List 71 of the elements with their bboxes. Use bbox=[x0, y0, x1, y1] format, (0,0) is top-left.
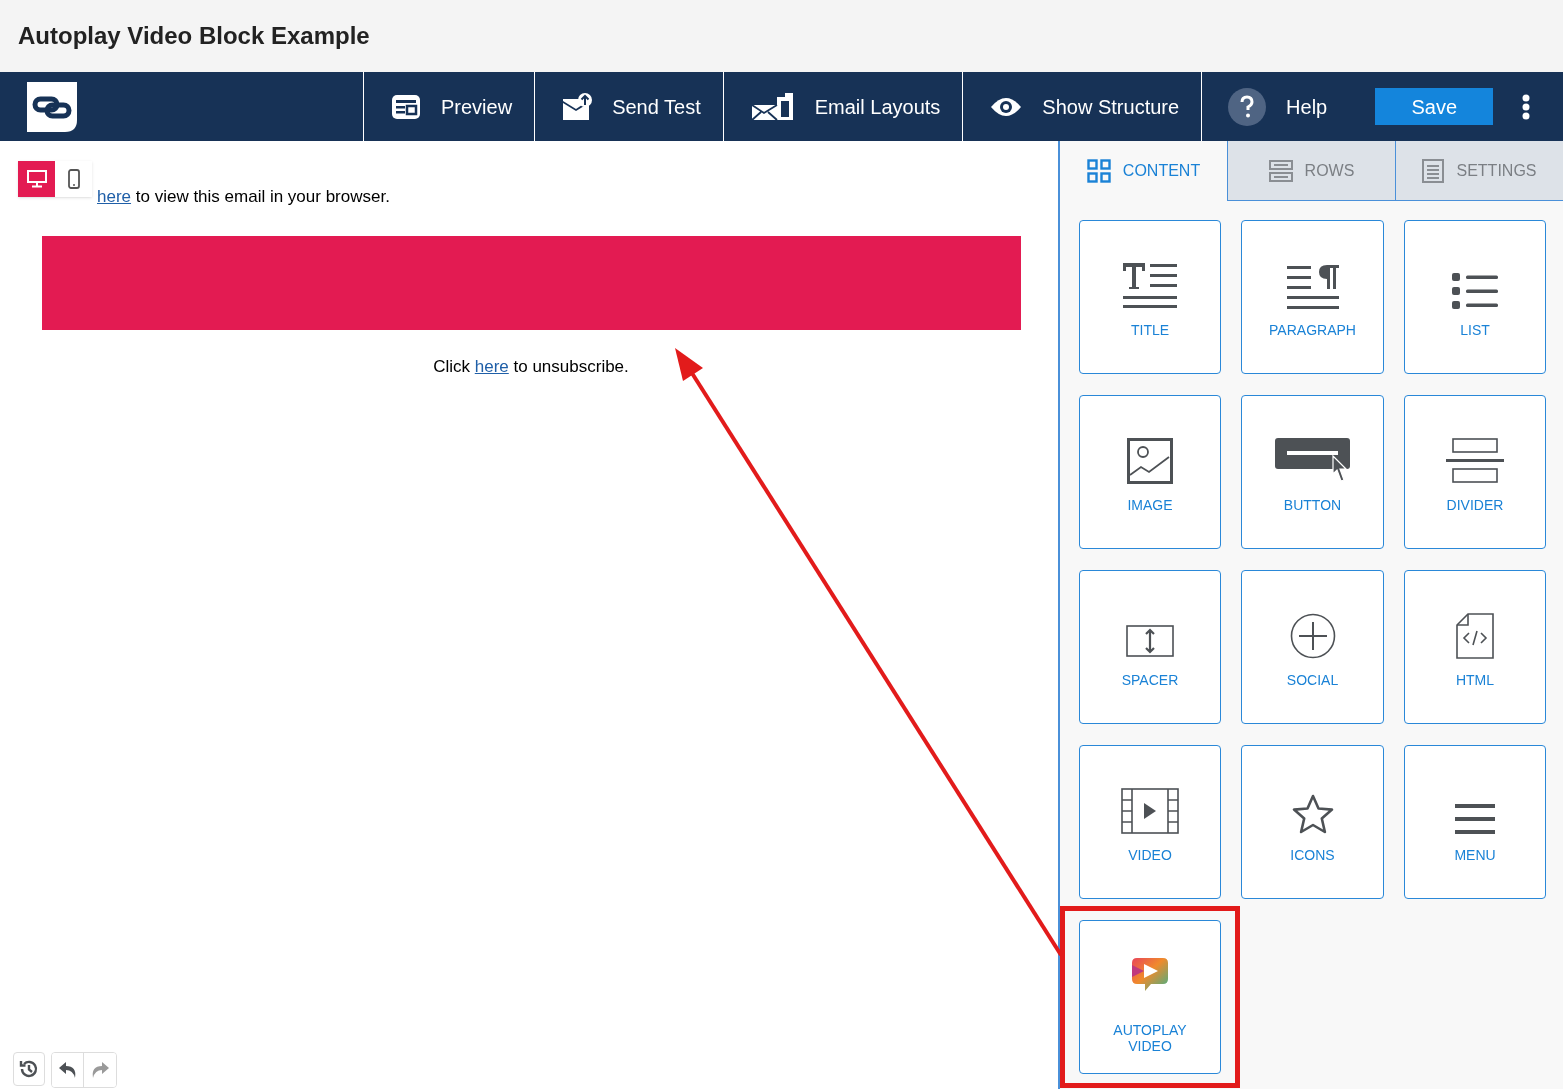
undo-icon bbox=[57, 1061, 78, 1079]
block-label: DIVIDER bbox=[1445, 497, 1505, 513]
block-tile[interactable]: SOCIAL bbox=[1241, 570, 1384, 724]
toolbar-button[interactable]: Email Layouts bbox=[723, 91, 963, 122]
block-label: ICONS bbox=[1289, 847, 1336, 863]
desktop-icon bbox=[26, 170, 47, 188]
view-in-browser-text: here to view this email in your browser. bbox=[97, 187, 390, 206]
button-icon bbox=[1274, 438, 1351, 484]
list-icon bbox=[1452, 273, 1498, 309]
block-label: HTML bbox=[1454, 672, 1496, 688]
preview-icon bbox=[391, 93, 421, 120]
logo-icon bbox=[27, 81, 77, 132]
block-tile[interactable]: ICONS bbox=[1241, 745, 1384, 899]
plus-circle-icon bbox=[1289, 613, 1336, 659]
panel-tab[interactable]: SETTINGS bbox=[1395, 141, 1563, 201]
block-label: AUTOPLAY VIDEO bbox=[1112, 1022, 1188, 1054]
block-tile[interactable]: VIDEO bbox=[1079, 745, 1221, 899]
link[interactable]: here bbox=[474, 356, 509, 376]
unsubscribe-text: Click here to unsubscribe. bbox=[433, 356, 629, 376]
phone-icon bbox=[67, 169, 80, 189]
block-tile[interactable]: TITLE bbox=[1079, 220, 1221, 374]
list-icon bbox=[1422, 158, 1445, 183]
block-label: SPACER bbox=[1120, 672, 1180, 688]
rows-icon bbox=[1268, 159, 1293, 182]
toolbar-button[interactable]: Preview bbox=[364, 91, 535, 122]
link[interactable]: here bbox=[97, 187, 132, 206]
block-tile[interactable]: AUTOPLAY VIDEO bbox=[1079, 920, 1221, 1074]
play-bubble-icon bbox=[1131, 957, 1169, 993]
block-tile[interactable]: DIVIDER bbox=[1404, 395, 1546, 549]
desktop-view-button[interactable] bbox=[18, 161, 55, 197]
undo-button[interactable] bbox=[52, 1053, 84, 1087]
block-label: TITLE bbox=[1129, 322, 1171, 338]
code-file-icon bbox=[1456, 613, 1494, 659]
block-label: MENU bbox=[1453, 847, 1497, 863]
layouts-icon bbox=[750, 92, 795, 121]
page-title: Autoplay Video Block Example bbox=[18, 21, 370, 51]
block-tile[interactable]: PARAGRAPH bbox=[1241, 220, 1384, 374]
star-icon bbox=[1291, 794, 1334, 834]
envelope-icon bbox=[562, 92, 593, 121]
block-tile[interactable]: IMAGE bbox=[1079, 395, 1221, 549]
more-icon[interactable] bbox=[1522, 93, 1531, 120]
menu-icon bbox=[1455, 804, 1495, 834]
film-icon bbox=[1121, 788, 1179, 834]
block-tile[interactable]: HTML bbox=[1404, 570, 1546, 724]
block-tile[interactable]: LIST bbox=[1404, 220, 1546, 374]
panel-tab[interactable]: ROWS bbox=[1227, 141, 1395, 201]
redo-icon bbox=[90, 1061, 110, 1079]
eye-icon bbox=[990, 95, 1023, 118]
toolbar-button[interactable]: Show Structure bbox=[963, 91, 1202, 122]
help-icon bbox=[1228, 87, 1267, 126]
spacer-icon bbox=[1126, 623, 1174, 659]
block-label: IMAGE bbox=[1126, 497, 1174, 513]
image-icon bbox=[1127, 438, 1173, 484]
mobile-view-button[interactable] bbox=[55, 161, 92, 197]
block-label: BUTTON bbox=[1282, 497, 1343, 513]
block-label: VIDEO bbox=[1127, 847, 1173, 863]
divider-icon bbox=[1446, 438, 1504, 484]
block-label: PARAGRAPH bbox=[1268, 322, 1357, 338]
history-button[interactable] bbox=[13, 1052, 45, 1086]
history-icon bbox=[19, 1059, 39, 1079]
toolbar-button[interactable]: Send Test bbox=[535, 91, 723, 122]
paragraph-icon bbox=[1286, 263, 1339, 309]
block-label: LIST bbox=[1459, 322, 1491, 338]
block-tile[interactable]: SPACER bbox=[1079, 570, 1221, 724]
toolbar-button[interactable]: Help bbox=[1202, 87, 1328, 126]
block-tile[interactable]: MENU bbox=[1404, 745, 1546, 899]
title-icon bbox=[1123, 261, 1177, 309]
block-tile[interactable]: BUTTON bbox=[1241, 395, 1384, 549]
grid-icon bbox=[1086, 159, 1111, 183]
block-label: SOCIAL bbox=[1285, 672, 1340, 688]
save-button[interactable]: Save bbox=[1375, 88, 1494, 125]
